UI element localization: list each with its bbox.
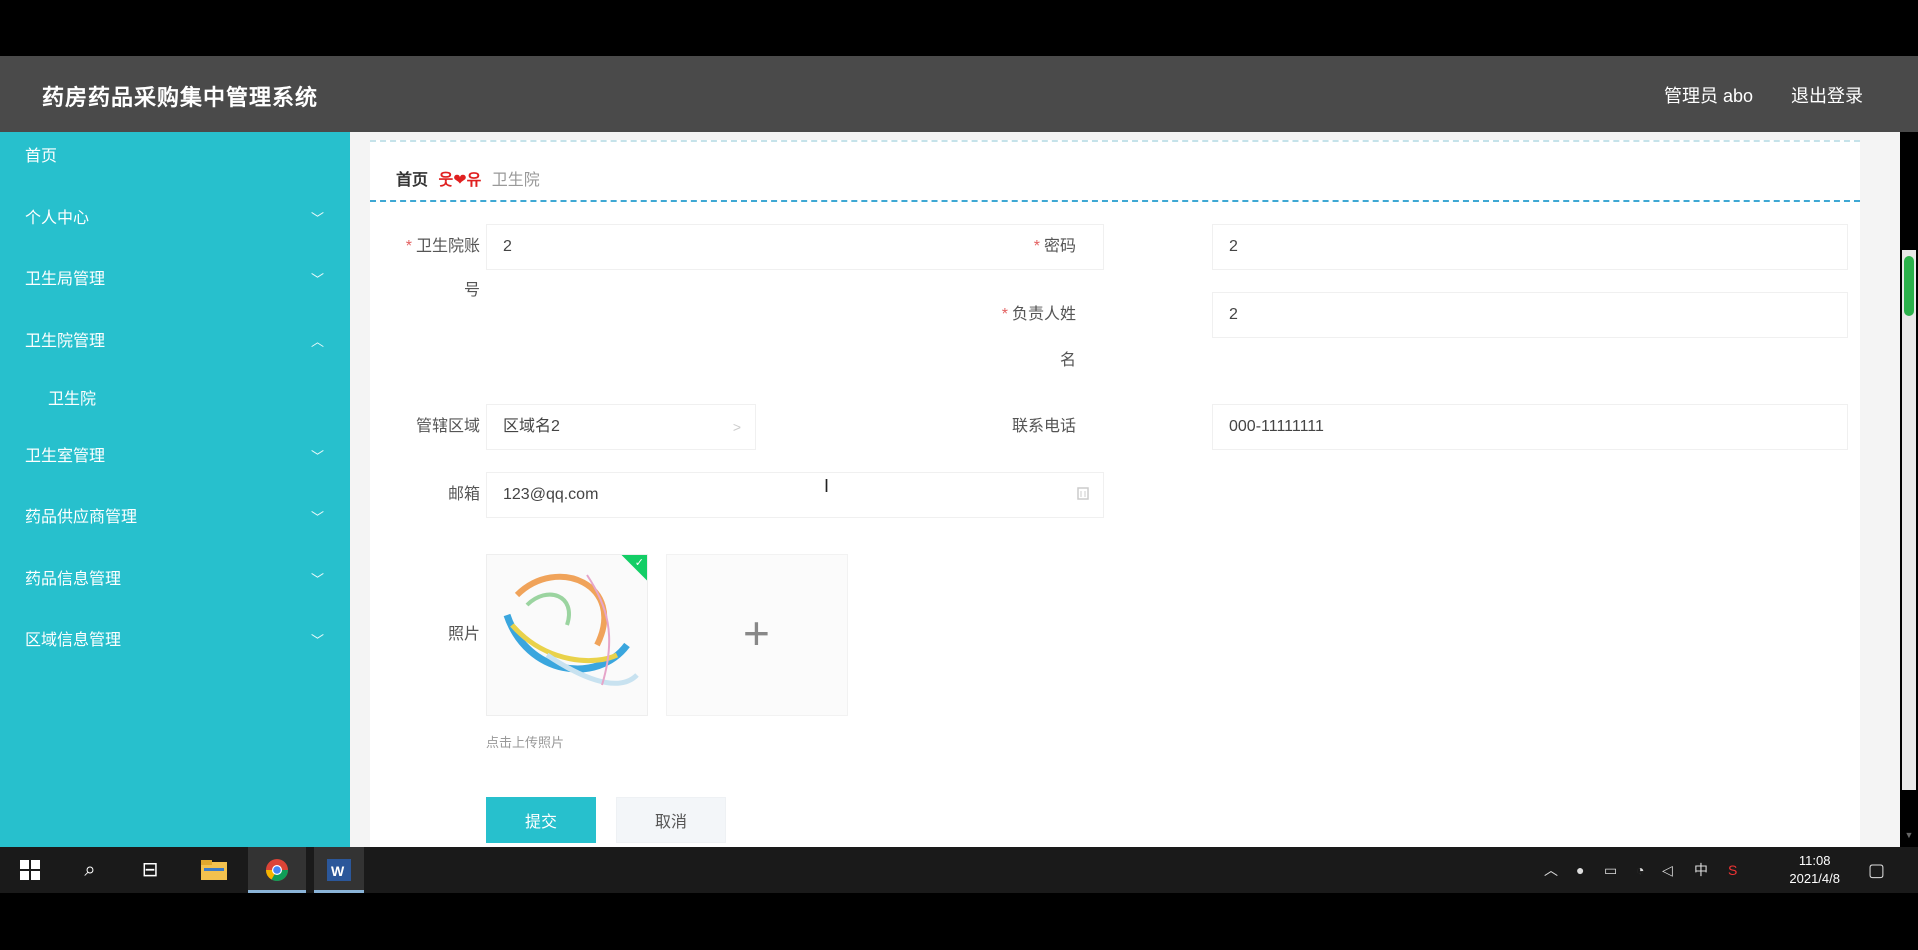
email-label: 邮箱 <box>447 486 480 503</box>
uploaded-photo-thumbnail[interactable]: ✓ <box>486 554 648 716</box>
manager-name-label: * 负责人姓 <box>1001 306 1076 323</box>
plus-icon: + <box>743 607 770 659</box>
app-tray-icon[interactable]: ● <box>1576 847 1584 893</box>
chevron-down-icon: ﹀ <box>310 633 324 648</box>
sidebar-item-label: 个人中心 <box>25 210 90 227</box>
chevron-down-icon: ﹀ <box>310 572 324 587</box>
sidebar-item-health-center[interactable]: 卫生院 <box>0 375 350 425</box>
region-cascader[interactable]: 区域名2 > <box>486 404 756 450</box>
task-view-icon[interactable]: ⊟ <box>126 847 174 893</box>
breadcrumb-home[interactable]: 首页 <box>396 172 428 189</box>
sidebar-item-drug-info-mgmt[interactable]: 药品信息管理 ﹀ <box>0 555 350 605</box>
admin-label: 管理员 abo <box>1663 86 1753 106</box>
email-input[interactable]: 123@qq.com <box>486 472 1104 518</box>
cancel-button[interactable]: 取消 <box>616 797 726 843</box>
sidebar-item-home[interactable]: 首页 <box>0 132 350 182</box>
phone-label: 联系电话 <box>1011 418 1076 435</box>
taskbar: ⌕ ⊟ W ︿ ● ▭ ◔ ◁ 中 S 11:08 2021/4/8 ▢ <box>0 847 1918 893</box>
notification-icon[interactable]: ▢ <box>1868 847 1885 893</box>
content-card: 首页 웃❤유 卫生院 *卫生院账 号 2 *密码 2 *负责人姓 名 2 <box>370 140 1860 847</box>
sidebar-item-label: 卫生室管理 <box>25 448 106 465</box>
breadcrumb: 首页 웃❤유 卫生院 <box>396 166 540 189</box>
sidebar-item-label: 卫生院管理 <box>25 333 106 350</box>
sidebar-item-label: 首页 <box>25 148 58 165</box>
sidebar-item-supplier-mgmt[interactable]: 药品供应商管理 ﹀ <box>0 493 350 543</box>
app-title: 药房药品采购集中管理系统 <box>42 85 319 110</box>
sidebar-item-label: 区域信息管理 <box>25 632 122 649</box>
sidebar-item-label: 药品信息管理 <box>25 571 122 588</box>
chevron-down-icon: ﹀ <box>310 211 324 226</box>
top-header: 药房药品采购集中管理系统 管理员 abo 退出登录 <box>0 56 1918 132</box>
chrome-icon[interactable] <box>248 847 306 893</box>
word-icon[interactable]: W <box>314 847 364 893</box>
scroll-down-icon[interactable]: ▼ <box>1902 830 1916 840</box>
screen: 药房药品采购集中管理系统 管理员 abo 退出登录 首页 个人中心 ﹀ 卫生局管… <box>0 0 1918 950</box>
sidebar-item-label: 卫生局管理 <box>25 271 106 288</box>
sidebar-item-region-info-mgmt[interactable]: 区域信息管理 ﹀ <box>0 616 350 666</box>
breadcrumb-separator: 웃❤유 <box>438 172 482 189</box>
text-cursor-icon: I <box>824 476 830 496</box>
required-mark: * <box>405 238 412 255</box>
email-value: 123@qq.com <box>503 486 599 503</box>
sidebar-item-label: 卫生院 <box>48 391 97 408</box>
clock-date: 2021/4/8 <box>1789 871 1840 886</box>
chevron-up-icon: ︿ <box>310 334 324 349</box>
upload-photo-button[interactable]: + <box>666 554 848 716</box>
chevron-down-icon: ﹀ <box>310 449 324 464</box>
windows-start-icon[interactable] <box>6 847 54 893</box>
battery-icon[interactable]: ▭ <box>1604 847 1617 893</box>
photo-label: 照片 <box>447 626 480 643</box>
chevron-down-icon: ﹀ <box>310 510 324 525</box>
region-value: 区域名2 <box>503 418 560 435</box>
manager-name-input[interactable]: 2 <box>1212 292 1848 338</box>
network-icon[interactable]: ◔ <box>1636 847 1644 893</box>
password-label: * 密码 <box>1033 238 1076 255</box>
volume-icon[interactable]: ◁ <box>1662 847 1673 893</box>
chevron-up-icon[interactable]: ︿ <box>1544 847 1558 893</box>
sidebar-item-label: 药品供应商管理 <box>25 509 138 526</box>
photo-image <box>487 555 647 715</box>
clear-icon[interactable] <box>1077 473 1089 517</box>
scroll-thumb[interactable] <box>1904 256 1914 316</box>
logout-link[interactable]: 退出登录 <box>1791 82 1863 108</box>
sidebar-item-personal-center[interactable]: 个人中心 ﹀ <box>0 194 350 244</box>
region-label: 管辖区域 <box>415 418 480 435</box>
page-scrollbar[interactable] <box>1902 250 1916 790</box>
required-mark: * <box>1033 238 1040 255</box>
breadcrumb-current: 卫生院 <box>491 172 540 189</box>
sidebar: 首页 个人中心 ﹀ 卫生局管理 ﹀ 卫生院管理 ︿ 卫生院 卫生室管理 ﹀ 药品… <box>0 132 350 847</box>
svg-text:W: W <box>331 863 345 879</box>
phone-input[interactable]: 000-11111111 <box>1212 404 1848 450</box>
required-mark: * <box>1001 306 1008 323</box>
ime-indicator[interactable]: 中 <box>1694 847 1708 893</box>
sidebar-item-health-bureau[interactable]: 卫生局管理 ﹀ <box>0 255 350 305</box>
main-content: 首页 웃❤유 卫生院 *卫生院账 号 2 *密码 2 *负责人姓 名 2 <box>350 132 1900 847</box>
sidebar-item-health-center-mgmt[interactable]: 卫生院管理 ︿ <box>0 317 350 367</box>
password-input[interactable]: 2 <box>1212 224 1848 270</box>
breadcrumb-divider <box>370 200 1860 202</box>
clock-time: 11:08 <box>1798 853 1831 868</box>
upload-hint: 点击上传照片 <box>486 735 565 750</box>
arrow-right-icon: > <box>732 419 741 435</box>
chevron-down-icon: ﹀ <box>310 272 324 287</box>
system-clock[interactable]: 11:08 2021/4/8 <box>1789 852 1840 888</box>
manager-name-label-cont: 名 <box>1059 352 1076 369</box>
submit-button[interactable]: 提交 <box>486 797 596 843</box>
search-icon[interactable]: ⌕ <box>66 847 114 893</box>
check-icon: ✓ <box>634 557 644 569</box>
account-label: * 卫生院账 <box>405 238 480 255</box>
sidebar-item-clinic-mgmt[interactable]: 卫生室管理 ﹀ <box>0 432 350 482</box>
sogou-ime-icon[interactable]: S <box>1728 847 1737 893</box>
account-label-cont: 号 <box>463 282 480 299</box>
file-explorer-icon[interactable] <box>190 847 238 893</box>
